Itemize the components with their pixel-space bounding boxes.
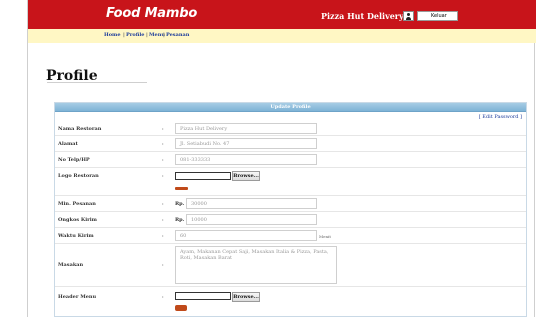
panel-header: Update Profile xyxy=(55,103,526,112)
field-label: Alamat xyxy=(58,141,78,147)
field-colon: : xyxy=(162,262,164,268)
currency-prefix: Rp. xyxy=(175,201,185,207)
field-label: Masakan xyxy=(58,262,84,268)
logout-button[interactable]: Keluar xyxy=(417,11,458,21)
update-profile-panel: Update Profile [ Edit Password ] Nama Re… xyxy=(54,102,527,317)
nav-home-link[interactable]: Home xyxy=(104,32,121,38)
field-colon: : xyxy=(162,233,164,239)
nav-separator: | xyxy=(146,32,148,38)
ongkos-kirim-input[interactable]: 10000 xyxy=(186,214,317,225)
form-row-nama-restoran: Nama Restoran : Pizza Hut Delivery xyxy=(55,122,526,136)
logo-thumbnail xyxy=(175,187,188,190)
nav-separator: | xyxy=(123,32,125,38)
field-label: Ongkos Kirim xyxy=(58,217,97,223)
field-colon: : xyxy=(162,294,164,300)
top-bar: Food Mambo Pizza Hut Delivery Keluar xyxy=(28,0,536,29)
nama-restoran-input[interactable]: Pizza Hut Delivery xyxy=(175,123,317,134)
user-icon xyxy=(403,11,414,21)
nav-pesanan-link[interactable]: Pesanan xyxy=(166,32,189,38)
header-menu-file-input[interactable] xyxy=(175,292,231,300)
title-divider xyxy=(47,82,147,83)
panel-title: Update Profile xyxy=(270,104,311,110)
field-colon: : xyxy=(162,157,164,163)
field-label: Min. Pesanan xyxy=(58,201,96,207)
page-frame: Food Mambo Pizza Hut Delivery Keluar Hom… xyxy=(27,0,536,317)
brand-logo[interactable]: Food Mambo xyxy=(106,6,197,21)
form-row-ongkos-kirim: Ongkos Kirim : Rp. 10000 xyxy=(55,213,526,228)
masakan-textarea[interactable]: Ayam, Makanan Cepat Saji, Masakan Italia… xyxy=(175,246,337,284)
field-colon: : xyxy=(162,217,164,223)
logo-browse-button[interactable]: Browse... xyxy=(232,171,260,181)
form-row-header-menu: Header Menu : Browse... xyxy=(55,288,526,316)
field-colon: : xyxy=(162,201,164,207)
edit-password-link[interactable]: [ Edit Password ] xyxy=(479,114,522,120)
form-row-no-telp: No Telp/HP : 081-333333 xyxy=(55,153,526,168)
field-label: Header Menu xyxy=(58,294,97,300)
logo-file-input[interactable] xyxy=(175,172,231,180)
form-row-min-pesanan: Min. Pesanan : Rp. 30000 xyxy=(55,197,526,212)
form-row-masakan: Masakan : Ayam, Makanan Cepat Saji, Masa… xyxy=(55,245,526,287)
min-pesanan-input[interactable]: 30000 xyxy=(186,198,317,209)
form-row-alamat: Alamat : Jl. Setiabudi No. 47 xyxy=(55,137,526,152)
minutes-unit: Menit xyxy=(319,234,331,239)
user-name: Pizza Hut Delivery xyxy=(321,11,404,21)
nav-separator: | xyxy=(163,32,165,38)
header-menu-browse-button[interactable]: Browse... xyxy=(232,292,260,302)
field-label: Nama Restoran xyxy=(58,126,102,132)
form-row-logo: Logo Restoran : Browse... xyxy=(55,169,526,196)
field-colon: : xyxy=(162,173,164,179)
currency-prefix: Rp. xyxy=(175,217,185,223)
field-label: Waktu Kirim xyxy=(58,233,94,239)
nav-bar: Home | Profile | Menu | Pesanan xyxy=(28,29,536,43)
field-label: No Telp/HP xyxy=(58,157,90,163)
alamat-input[interactable]: Jl. Setiabudi No. 47 xyxy=(175,138,317,149)
header-menu-thumbnail xyxy=(175,305,187,311)
nav-profile-link[interactable]: Profile xyxy=(126,32,144,38)
field-colon: : xyxy=(162,126,164,132)
waktu-kirim-input[interactable]: 60 xyxy=(175,230,317,241)
form-row-waktu-kirim: Waktu Kirim : 60 Menit xyxy=(55,229,526,244)
field-label: Logo Restoran xyxy=(58,173,99,179)
field-colon: : xyxy=(162,141,164,147)
no-telp-input[interactable]: 081-333333 xyxy=(175,154,317,165)
